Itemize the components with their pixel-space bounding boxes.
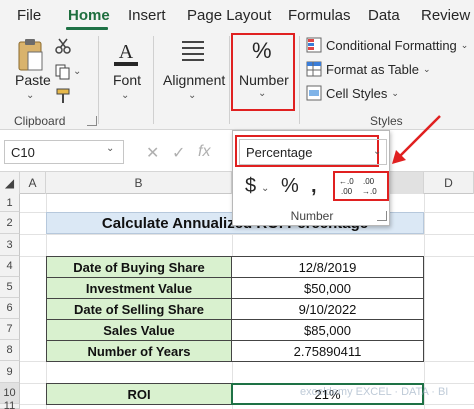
tab-page-layout[interactable]: Page Layout <box>187 7 271 24</box>
copy-chevron-down-icon[interactable]: ⌄ <box>73 66 81 77</box>
chevron-down-icon: ⌄ <box>391 87 399 98</box>
tab-insert[interactable]: Insert <box>128 7 166 24</box>
svg-text:A: A <box>119 41 134 63</box>
roi-label-cell[interactable]: ROI <box>46 383 232 405</box>
chevron-down-icon: ⌄ <box>422 63 431 74</box>
insert-function-icon[interactable]: fx <box>198 143 210 161</box>
increase-decimal-icon[interactable]: ←.0.00 <box>337 175 359 202</box>
percent-style-button[interactable]: % <box>281 175 299 198</box>
decrease-decimal-icon[interactable]: .00 →.0 <box>361 175 383 202</box>
table-row-value[interactable]: 12/8/2019 <box>231 256 424 278</box>
alignment-label: Alignment <box>163 72 226 88</box>
number-label[interactable]: Number <box>239 72 289 88</box>
confirm-formula-icon[interactable]: ✓ <box>172 143 185 163</box>
number-launcher-icon[interactable] <box>377 211 387 221</box>
name-box-chevron-down-icon[interactable]: ⌄ <box>106 143 114 154</box>
annotation-arrow-icon <box>392 115 441 164</box>
format-as-table-button[interactable]: Format as Table ⌄ <box>306 58 431 80</box>
column-header-a[interactable]: A <box>20 172 46 194</box>
format-as-table-icon <box>306 61 322 77</box>
tab-review[interactable]: Review <box>421 7 470 24</box>
row-header-7[interactable]: 7 <box>0 319 20 340</box>
table-row-label[interactable]: Sales Value <box>46 319 232 341</box>
number-group-label: Number <box>290 209 334 223</box>
row-header-1[interactable]: 1 <box>0 194 20 212</box>
font-chevron-down-icon[interactable]: ⌄ <box>121 90 129 101</box>
table-row-value[interactable]: $50,000 <box>231 277 424 299</box>
align-lines-icon <box>182 41 204 61</box>
clipboard-paste-icon <box>18 39 43 71</box>
row-header-3[interactable]: 3 <box>0 234 20 256</box>
conditional-formatting-button[interactable]: Conditional Formatting ⌄ <box>306 34 468 56</box>
gridline <box>424 194 425 409</box>
accounting-chevron-down-icon[interactable]: ⌄ <box>261 183 269 194</box>
number-format-chevron-down-icon[interactable]: ⌄ <box>373 146 381 157</box>
row-header-6[interactable]: 6 <box>0 298 20 319</box>
table-row-value[interactable]: $85,000 <box>231 319 424 341</box>
format-painter-icon[interactable] <box>55 88 71 109</box>
row-header-2[interactable]: 2 <box>0 212 20 234</box>
copy-icon[interactable] <box>55 64 71 85</box>
number-format-select[interactable]: Percentage <box>239 139 387 165</box>
cell-styles-button[interactable]: Cell Styles ⌄ <box>306 82 399 104</box>
group-separator <box>153 36 154 124</box>
table-row-label[interactable]: Date of Selling Share <box>46 298 232 320</box>
row-header-8[interactable]: 8 <box>0 340 20 361</box>
group-separator <box>98 36 99 124</box>
clipboard-launcher-icon[interactable] <box>87 116 97 126</box>
column-header-b[interactable]: B <box>46 172 232 194</box>
watermark-logo: exceldemy EXCEL · DATA · BI <box>300 386 449 398</box>
row-header-11[interactable]: 11 <box>0 400 20 409</box>
accounting-format-button[interactable]: $ <box>245 175 256 198</box>
clipboard-group-label: Clipboard <box>14 114 66 128</box>
row-header-5[interactable]: 5 <box>0 277 20 298</box>
alignment-button[interactable] <box>180 38 206 67</box>
cut-icon[interactable] <box>55 38 71 59</box>
column-header-d[interactable]: D <box>424 172 474 194</box>
number-format-popup: Percentage ⌄ $ ⌄ % , ←.0.00 .00 →.0 Numbe… <box>232 130 390 226</box>
font-button[interactable]: A <box>113 38 139 73</box>
alignment-chevron-down-icon[interactable]: ⌄ <box>188 90 196 101</box>
row-header-4[interactable]: 4 <box>0 256 20 277</box>
row-header-9[interactable]: 9 <box>0 361 20 383</box>
gridline <box>20 234 474 235</box>
font-a-icon: A <box>114 41 138 66</box>
group-separator <box>299 36 300 124</box>
format-as-table-label: Format as Table <box>326 61 419 77</box>
cell-styles-label: Cell Styles <box>326 85 388 101</box>
comma-style-button[interactable]: , <box>311 175 317 198</box>
tab-formulas[interactable]: Formulas <box>288 7 351 24</box>
tab-data[interactable]: Data <box>368 7 400 24</box>
table-row-label[interactable]: Date of Buying Share <box>46 256 232 278</box>
ribbon-tabs: File Home Insert Page Layout Formulas Da… <box>0 0 474 30</box>
chevron-down-icon: ⌄ <box>460 39 469 50</box>
cell-styles-icon <box>306 85 322 101</box>
percent-icon[interactable]: % <box>252 38 272 64</box>
table-row-label[interactable]: Number of Years <box>46 340 232 362</box>
svg-text:←.0: ←.0 <box>339 177 354 186</box>
table-row-value[interactable]: 9/10/2022 <box>231 298 424 320</box>
table-row-value[interactable]: 2.75890411 <box>231 340 424 362</box>
table-row-label[interactable]: Investment Value <box>46 277 232 299</box>
font-label: Font <box>113 72 142 88</box>
cancel-formula-icon[interactable]: ✕ <box>146 143 159 163</box>
select-all-corner[interactable]: ◢ <box>0 172 20 194</box>
group-separator <box>229 36 230 124</box>
svg-text:.00: .00 <box>341 187 353 196</box>
svg-text:→.0: →.0 <box>362 187 377 196</box>
number-chevron-down-icon[interactable]: ⌄ <box>258 88 266 99</box>
paste-chevron-down-icon[interactable]: ⌄ <box>26 90 34 101</box>
paste-label: Paste <box>15 72 51 88</box>
conditional-formatting-icon <box>306 37 322 53</box>
conditional-formatting-label: Conditional Formatting <box>326 37 457 53</box>
tab-file[interactable]: File <box>17 7 41 24</box>
tab-home[interactable]: Home <box>68 7 110 24</box>
svg-text:.00: .00 <box>363 177 375 186</box>
